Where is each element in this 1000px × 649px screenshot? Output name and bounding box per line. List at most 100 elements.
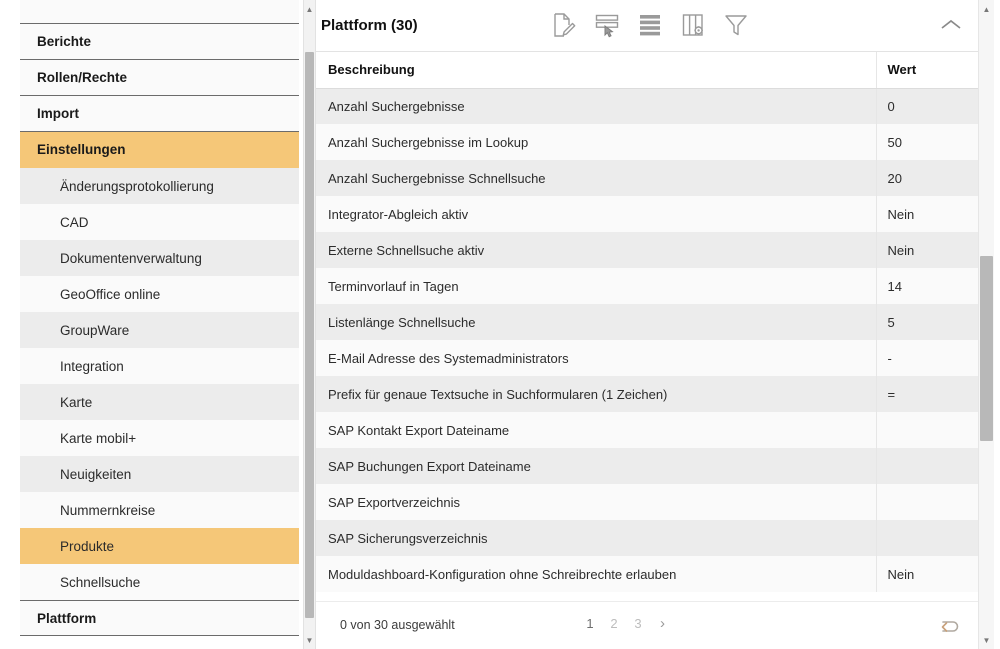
sidebar-item-groupware[interactable]: GroupWare — [20, 312, 299, 348]
table-row[interactable]: Moduldashboard-Konfiguration ohne Schrei… — [316, 556, 978, 592]
cell-value — [876, 412, 978, 448]
cell-value: Nein — [876, 232, 978, 268]
cell-value: 14 — [876, 268, 978, 304]
page-number-3[interactable]: 3 — [634, 616, 642, 631]
cell-description: SAP Sicherungsverzeichnis — [316, 520, 876, 556]
sidebar-item-label: Plattform — [37, 611, 96, 626]
window-scrollbar[interactable]: ▲ ▼ — [978, 0, 994, 649]
cell-description: Anzahl Suchergebnisse Schnellsuche — [316, 160, 876, 196]
sidebar-item-cad[interactable]: CAD — [20, 204, 299, 240]
table-row[interactable]: SAP Buchungen Export Dateiname — [316, 448, 978, 484]
column-header-beschreibung[interactable]: Beschreibung — [316, 52, 876, 88]
pagination: 1 2 3 › — [586, 615, 665, 632]
scroll-up-arrow-icon[interactable]: ▲ — [304, 2, 315, 16]
table-row[interactable]: Terminvorlauf in Tagen14 — [316, 268, 978, 304]
table-row[interactable]: Anzahl Suchergebnisse im Lookup50 — [316, 124, 978, 160]
sidebar-item-label: Änderungsprotokollierung — [60, 179, 214, 194]
cell-description: Listenlänge Schnellsuche — [316, 304, 876, 340]
sidebar-item-label: Import — [37, 106, 79, 121]
sidebar-item-karte[interactable]: Karte — [20, 384, 299, 420]
next-page-button[interactable]: › — [660, 615, 665, 632]
column-settings-icon[interactable] — [677, 9, 709, 41]
return-arrow-icon[interactable] — [934, 612, 964, 640]
scroll-down-arrow-icon[interactable]: ▼ — [979, 633, 994, 647]
cell-value: 20 — [876, 160, 978, 196]
panel-collapse-button[interactable] — [938, 12, 964, 38]
scroll-up-arrow-icon[interactable]: ▲ — [979, 2, 994, 16]
window-scrollbar-thumb[interactable] — [980, 256, 993, 441]
cell-description: Anzahl Suchergebnisse — [316, 88, 876, 124]
sidebar-item-karte-mobil-[interactable]: Karte mobil+ — [20, 420, 299, 456]
settings-table: Beschreibung Wert Anzahl Suchergebnisse0… — [316, 52, 978, 592]
sidebar-item-label: Karte mobil+ — [60, 431, 136, 446]
table-row[interactable]: E-Mail Adresse des Systemadministrators- — [316, 340, 978, 376]
cell-value: 0 — [876, 88, 978, 124]
table-row[interactable]: Listenlänge Schnellsuche5 — [316, 304, 978, 340]
sidebar-item-geooffice-online[interactable]: GeoOffice online — [20, 276, 299, 312]
list-rows-icon[interactable] — [634, 9, 666, 41]
content-panel: Plattform (30) — [316, 0, 978, 649]
sidebar-scrollbar[interactable]: ▲ ▼ — [303, 0, 316, 649]
sidebar-item-plattform[interactable]: Plattform — [20, 600, 299, 636]
cell-value: Nein — [876, 196, 978, 232]
cell-value: Nein — [876, 556, 978, 592]
panel-footer: 0 von 30 ausgewählt 1 2 3 › — [316, 601, 978, 649]
sidebar-partial-row — [20, 0, 299, 24]
edit-document-icon[interactable] — [548, 9, 580, 41]
scroll-down-arrow-icon[interactable]: ▼ — [304, 633, 315, 647]
sidebar-scrollbar-thumb[interactable] — [305, 52, 314, 618]
application-window: Berichte Rollen/Rechte Import Einstellungen… — [0, 0, 1000, 649]
sidebar-item-label: Karte — [60, 395, 92, 410]
page-number-1[interactable]: 1 — [586, 616, 594, 631]
sidebar-item-label: Integration — [60, 359, 124, 374]
sidebar-item-label: CAD — [60, 215, 89, 230]
sidebar-top-level-list: Berichte Rollen/Rechte Import Einstellungen — [20, 24, 299, 168]
table-row[interactable]: Anzahl Suchergebnisse Schnellsuche20 — [316, 160, 978, 196]
table-row[interactable]: Anzahl Suchergebnisse0 — [316, 88, 978, 124]
page-number-2[interactable]: 2 — [610, 616, 618, 631]
table-row[interactable]: Prefix für genaue Textsuche in Suchformu… — [316, 376, 978, 412]
sidebar-item-integration[interactable]: Integration — [20, 348, 299, 384]
cell-value: - — [876, 340, 978, 376]
column-header-wert[interactable]: Wert — [876, 52, 978, 88]
cell-value: 50 — [876, 124, 978, 160]
cell-description: Terminvorlauf in Tagen — [316, 268, 876, 304]
table-row[interactable]: SAP Sicherungsverzeichnis — [316, 520, 978, 556]
sidebar-item-nummernkreise[interactable]: Nummernkreise — [20, 492, 299, 528]
cell-description: Moduldashboard-Konfiguration ohne Schrei… — [316, 556, 876, 592]
cell-description: SAP Buchungen Export Dateiname — [316, 448, 876, 484]
filter-funnel-icon[interactable] — [720, 9, 752, 41]
table-row[interactable]: SAP Kontakt Export Dateiname — [316, 412, 978, 448]
sidebar-item--nderungsprotokollierung[interactable]: Änderungsprotokollierung — [20, 168, 299, 204]
table-row[interactable]: Externe Schnellsuche aktivNein — [316, 232, 978, 268]
table-header-row: Beschreibung Wert — [316, 52, 978, 88]
sidebar-item-dokumentenverwaltung[interactable]: Dokumentenverwaltung — [20, 240, 299, 276]
panel-header: Plattform (30) — [316, 0, 978, 52]
selection-status: 0 von 30 ausgewählt — [340, 618, 455, 632]
sidebar-item-schnellsuche[interactable]: Schnellsuche — [20, 564, 299, 600]
sidebar-item-produkte[interactable]: Produkte — [20, 528, 299, 564]
table-row[interactable]: SAP Exportverzeichnis — [316, 484, 978, 520]
cell-description: Integrator-Abgleich aktiv — [316, 196, 876, 232]
table-row[interactable]: Integrator-Abgleich aktivNein — [316, 196, 978, 232]
sidebar-item-berichte[interactable]: Berichte — [20, 24, 299, 60]
sidebar-item-label: Neuigkeiten — [60, 467, 131, 482]
sidebar-item-rollen-rechte[interactable]: Rollen/Rechte — [20, 60, 299, 96]
sidebar-item-neuigkeiten[interactable]: Neuigkeiten — [20, 456, 299, 492]
select-rows-icon[interactable] — [591, 9, 623, 41]
sidebar-item-label: Produkte — [60, 539, 114, 554]
cell-value: 5 — [876, 304, 978, 340]
sidebar-item-label: Rollen/Rechte — [37, 70, 127, 85]
sidebar-item-import[interactable]: Import — [20, 96, 299, 132]
cell-value: = — [876, 376, 978, 412]
cell-description: E-Mail Adresse des Systemadministrators — [316, 340, 876, 376]
cell-value — [876, 448, 978, 484]
cell-description: Anzahl Suchergebnisse im Lookup — [316, 124, 876, 160]
cell-description: Externe Schnellsuche aktiv — [316, 232, 876, 268]
sidebar-item-einstellungen[interactable]: Einstellungen — [20, 132, 299, 168]
cell-value — [876, 484, 978, 520]
sidebar-item-label: Berichte — [37, 34, 91, 49]
sidebar-item-label: GroupWare — [60, 323, 129, 338]
cell-description: SAP Kontakt Export Dateiname — [316, 412, 876, 448]
cell-description: SAP Exportverzeichnis — [316, 484, 876, 520]
